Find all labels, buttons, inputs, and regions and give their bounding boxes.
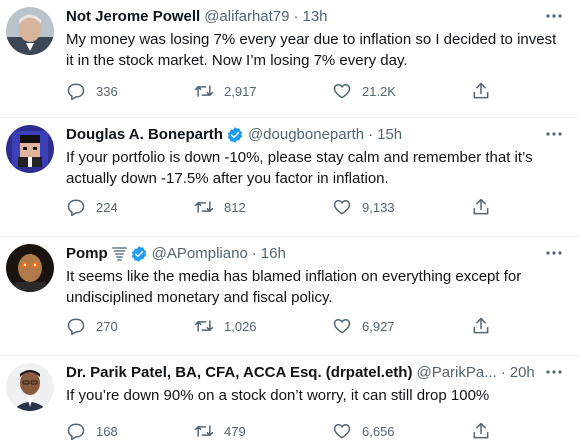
tweet[interactable]: Pomp @APompliano · 16h It seems like the…	[0, 237, 580, 356]
retweet-count: 812	[224, 199, 246, 215]
avatar[interactable]	[6, 125, 54, 173]
tweet-actions: 168 479 6,656	[66, 420, 500, 442]
user-handle[interactable]: @ParikPa...	[416, 362, 496, 384]
share-button[interactable]	[471, 196, 501, 218]
heart-icon	[333, 84, 351, 99]
separator-dot: ·	[251, 245, 257, 262]
share-icon	[473, 82, 489, 99]
reply-button[interactable]: 270	[66, 315, 118, 337]
like-button[interactable]: 21.2K	[332, 80, 396, 102]
avatar[interactable]	[6, 7, 54, 55]
heart-icon	[333, 200, 351, 215]
timestamp[interactable]: 15h	[377, 124, 402, 146]
tweet-header: Not Jerome Powell @alifarhat79 · 13h	[66, 6, 540, 28]
reply-icon	[67, 83, 85, 101]
retweet-count: 2,917	[224, 83, 257, 99]
share-button[interactable]	[471, 80, 501, 102]
tweet-header: Pomp @APompliano · 16h	[66, 243, 540, 265]
reply-button[interactable]: 336	[66, 80, 118, 102]
reply-button[interactable]: 224	[66, 196, 118, 218]
tweet[interactable]: Dr. Parik Patel, BA, CFA, ACCA Esq. (drp…	[0, 356, 580, 443]
tweet-actions: 270 1,026 6,927	[66, 315, 500, 337]
display-name[interactable]: Douglas A. Boneparth	[66, 124, 223, 146]
separator-dot: ·	[368, 126, 374, 143]
tornado-emoji-icon	[111, 246, 127, 263]
reply-count: 270	[96, 318, 118, 334]
tweet-actions: 336 2,917 21.2K	[66, 80, 500, 102]
like-count: 6,927	[362, 318, 395, 334]
display-name[interactable]: Not Jerome Powell	[66, 6, 200, 28]
user-handle[interactable]: @alifarhat79	[204, 6, 289, 28]
share-icon	[473, 422, 489, 439]
like-button[interactable]: 6,927	[332, 315, 395, 337]
avatar[interactable]	[6, 363, 54, 411]
retweet-count: 1,026	[224, 318, 257, 334]
retweet-icon	[194, 425, 214, 437]
tweet-header: Dr. Parik Patel, BA, CFA, ACCA Esq. (drp…	[66, 362, 540, 384]
reply-count: 168	[96, 423, 118, 439]
tweet-text: If your portfolio is down -10%, please s…	[66, 149, 533, 187]
retweet-button[interactable]: 812	[194, 196, 246, 218]
heart-icon	[333, 319, 351, 334]
more-options-icon[interactable]	[544, 126, 564, 142]
user-handle[interactable]: @APompliano	[152, 243, 248, 265]
like-count: 6,656	[362, 423, 395, 439]
more-options-icon[interactable]	[544, 8, 564, 24]
more-options-icon[interactable]	[544, 245, 564, 261]
reply-icon	[67, 318, 85, 336]
reply-button[interactable]: 168	[66, 420, 118, 442]
retweet-icon	[194, 320, 214, 332]
share-button[interactable]	[471, 420, 501, 442]
timestamp[interactable]: 16h	[261, 243, 286, 265]
tweet-text: If you’re down 90% on a stock don’t worr…	[66, 387, 490, 404]
tweet-header: Douglas A. Boneparth @dougboneparth · 15…	[66, 124, 540, 146]
reply-count: 224	[96, 199, 118, 215]
share-button[interactable]	[471, 315, 501, 337]
tweet-text: My money was losing 7% every year due to…	[66, 31, 557, 69]
display-name[interactable]: Pomp	[66, 243, 108, 265]
separator-dot: ·	[293, 8, 299, 25]
retweet-button[interactable]: 2,917	[194, 80, 257, 102]
tweet-text: It seems like the media has blamed infla…	[66, 268, 522, 306]
like-button[interactable]: 6,656	[332, 420, 395, 442]
avatar[interactable]	[6, 244, 54, 292]
like-button[interactable]: 9,133	[332, 196, 395, 218]
tweet[interactable]: Not Jerome Powell @alifarhat79 · 13h My …	[0, 0, 580, 118]
tweet-actions: 224 812 9,133	[66, 196, 500, 218]
verified-badge-icon	[226, 126, 244, 144]
separator-dot: ·	[500, 364, 506, 381]
retweet-icon	[194, 201, 214, 213]
share-icon	[473, 317, 489, 334]
reply-count: 336	[96, 83, 118, 99]
retweet-icon	[194, 85, 214, 97]
heart-icon	[333, 424, 351, 439]
reply-icon	[67, 199, 85, 217]
display-name[interactable]: Dr. Parik Patel, BA, CFA, ACCA Esq. (drp…	[66, 362, 412, 384]
tweet[interactable]: Douglas A. Boneparth @dougboneparth · 15…	[0, 118, 580, 237]
timestamp[interactable]: 20h	[510, 362, 535, 384]
timestamp[interactable]: 13h	[302, 6, 327, 28]
share-icon	[473, 198, 489, 215]
like-count: 9,133	[362, 199, 395, 215]
retweet-button[interactable]: 479	[194, 420, 246, 442]
retweet-button[interactable]: 1,026	[194, 315, 257, 337]
verified-badge-icon	[130, 245, 148, 263]
reply-icon	[67, 423, 85, 441]
like-count: 21.2K	[362, 83, 396, 99]
more-options-icon[interactable]	[544, 364, 564, 380]
tweet-feed: Not Jerome Powell @alifarhat79 · 13h My …	[0, 0, 580, 443]
retweet-count: 479	[224, 423, 246, 439]
user-handle[interactable]: @dougboneparth	[248, 124, 364, 146]
